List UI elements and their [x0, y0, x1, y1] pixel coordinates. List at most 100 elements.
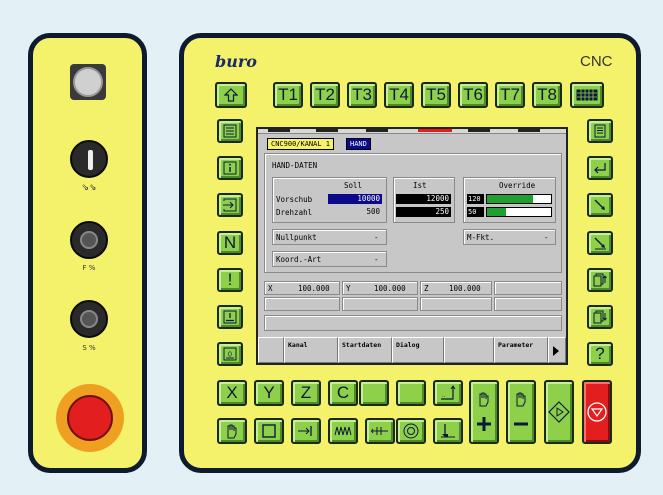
position-z-value: 100.000	[449, 284, 481, 293]
help-button[interactable]: ?	[587, 342, 613, 366]
jog-plus-button[interactable]	[469, 380, 499, 444]
spindle-override-label: S %	[82, 344, 96, 352]
home-button[interactable]	[215, 82, 247, 108]
info-icon	[223, 161, 237, 175]
softkey-dialog[interactable]: Dialog	[392, 337, 444, 363]
arrow-right-icon	[223, 198, 237, 212]
feed-override-knob[interactable]	[70, 221, 108, 259]
step-icon	[298, 426, 312, 436]
position-x-label: X	[268, 284, 273, 293]
axis-key-z[interactable]: Z	[291, 380, 321, 406]
emergency-stop-ring	[56, 384, 124, 452]
keyboard-button[interactable]	[570, 82, 604, 108]
minus-icon	[514, 422, 528, 426]
cnc-screen: CNC900/KANAL 1 HAND HAND-DATEN Soll Vors…	[256, 127, 568, 365]
step-button[interactable]	[291, 418, 321, 444]
document-icon	[594, 124, 606, 138]
jog-minus-button[interactable]	[506, 380, 536, 444]
underline-button[interactable]	[217, 305, 243, 329]
enter-right-button[interactable]	[217, 193, 243, 217]
axis-key-x[interactable]: X	[217, 380, 247, 406]
softkey-blank[interactable]	[258, 337, 284, 363]
override-spindle-fill	[487, 208, 507, 216]
page-down-icon	[593, 310, 607, 324]
key-slot	[88, 150, 93, 170]
mfkt-value: -	[544, 233, 549, 242]
position-y-value: 100.000	[374, 284, 406, 293]
power-button[interactable]	[70, 64, 106, 100]
page-up-icon	[593, 273, 607, 287]
blank-key-2[interactable]	[396, 380, 426, 406]
override-feed-value: 120	[467, 194, 484, 204]
axis-key-c[interactable]: C	[328, 380, 358, 406]
spindle-icon	[403, 423, 419, 439]
drehzahl-ist-field: 250	[396, 207, 451, 217]
vorschub-label: Vorschub	[276, 195, 313, 204]
softkey-parameter[interactable]: Parameter	[494, 337, 548, 363]
page-button[interactable]	[587, 119, 613, 143]
notch-5	[468, 129, 490, 132]
drehzahl-label: Drehzahl	[276, 208, 313, 217]
frame-button[interactable]	[254, 418, 284, 444]
svg-text:..: ..	[442, 393, 446, 399]
tool-button-t8[interactable]: T8	[532, 82, 562, 108]
vorschub-soll-field[interactable]: 10000	[328, 194, 382, 204]
tool-button-t7[interactable]: T7	[495, 82, 525, 108]
brand-model: CNC	[580, 53, 613, 70]
hand-icon	[227, 424, 237, 439]
frame-icon	[262, 424, 276, 438]
tool-button[interactable]	[433, 418, 463, 444]
blank-key-1[interactable]	[359, 380, 389, 406]
softkey-empty-3[interactable]	[444, 337, 494, 363]
tool-button-t2[interactable]: T2	[310, 82, 340, 108]
feed-wave-button[interactable]	[328, 418, 358, 444]
jog-hand-button[interactable]	[217, 418, 247, 444]
underline-box-icon	[223, 310, 237, 324]
spindle-override-knob[interactable]	[70, 300, 108, 338]
enter-button[interactable]	[587, 156, 613, 180]
n-button[interactable]: N	[217, 231, 243, 255]
tool-button-t6[interactable]: T6	[458, 82, 488, 108]
emergency-stop-button[interactable]	[67, 395, 113, 441]
spindle-button[interactable]	[396, 418, 426, 444]
position-empty-cell	[494, 281, 562, 295]
single-block-icon: ..	[441, 385, 456, 400]
position-row2-cell4	[494, 297, 562, 311]
position-row2-cell2	[342, 297, 418, 311]
position-row2-cell3	[420, 297, 492, 311]
feed-knob-center	[80, 231, 98, 249]
exclamation-button[interactable]: !	[217, 268, 243, 292]
zero-button[interactable]: 0	[217, 342, 243, 366]
axis-key-y[interactable]: Y	[254, 380, 284, 406]
tool-icon	[441, 424, 455, 438]
position-x-value: 100.000	[298, 284, 330, 293]
cursor-down-right-button[interactable]	[587, 193, 613, 217]
mode-label: HAND	[346, 138, 371, 150]
list-icon	[223, 124, 237, 138]
feed-override-label: F %	[82, 264, 96, 272]
page-down-button[interactable]	[587, 305, 613, 329]
cursor-corner-button[interactable]	[587, 231, 613, 255]
tool-button-t3[interactable]: T3	[347, 82, 377, 108]
notch-3	[366, 129, 388, 132]
single-block-button[interactable]: ..	[433, 380, 463, 406]
tool-button-t5[interactable]: T5	[421, 82, 451, 108]
notch-active	[418, 129, 452, 132]
softkey-next[interactable]	[548, 337, 566, 363]
cycle-start-button[interactable]	[544, 380, 574, 444]
info-button[interactable]	[217, 156, 243, 180]
tool-button-t4[interactable]: T4	[384, 82, 414, 108]
override-spindle-value: 50	[467, 207, 484, 217]
page-up-button[interactable]	[587, 268, 613, 292]
start-diamond-icon	[548, 401, 570, 423]
mode-key-switch[interactable]	[70, 140, 108, 178]
tool-button-t1[interactable]: T1	[273, 82, 303, 108]
list-button[interactable]	[217, 119, 243, 143]
softkey-startdaten[interactable]: Startdaten	[338, 337, 392, 363]
keyboard-icon	[576, 89, 598, 101]
cycle-stop-button[interactable]	[582, 380, 612, 444]
override-spindle-bar	[486, 207, 552, 217]
increment-button[interactable]	[365, 418, 395, 444]
notch-2	[316, 129, 338, 132]
softkey-kanal[interactable]: Kanal	[284, 337, 338, 363]
